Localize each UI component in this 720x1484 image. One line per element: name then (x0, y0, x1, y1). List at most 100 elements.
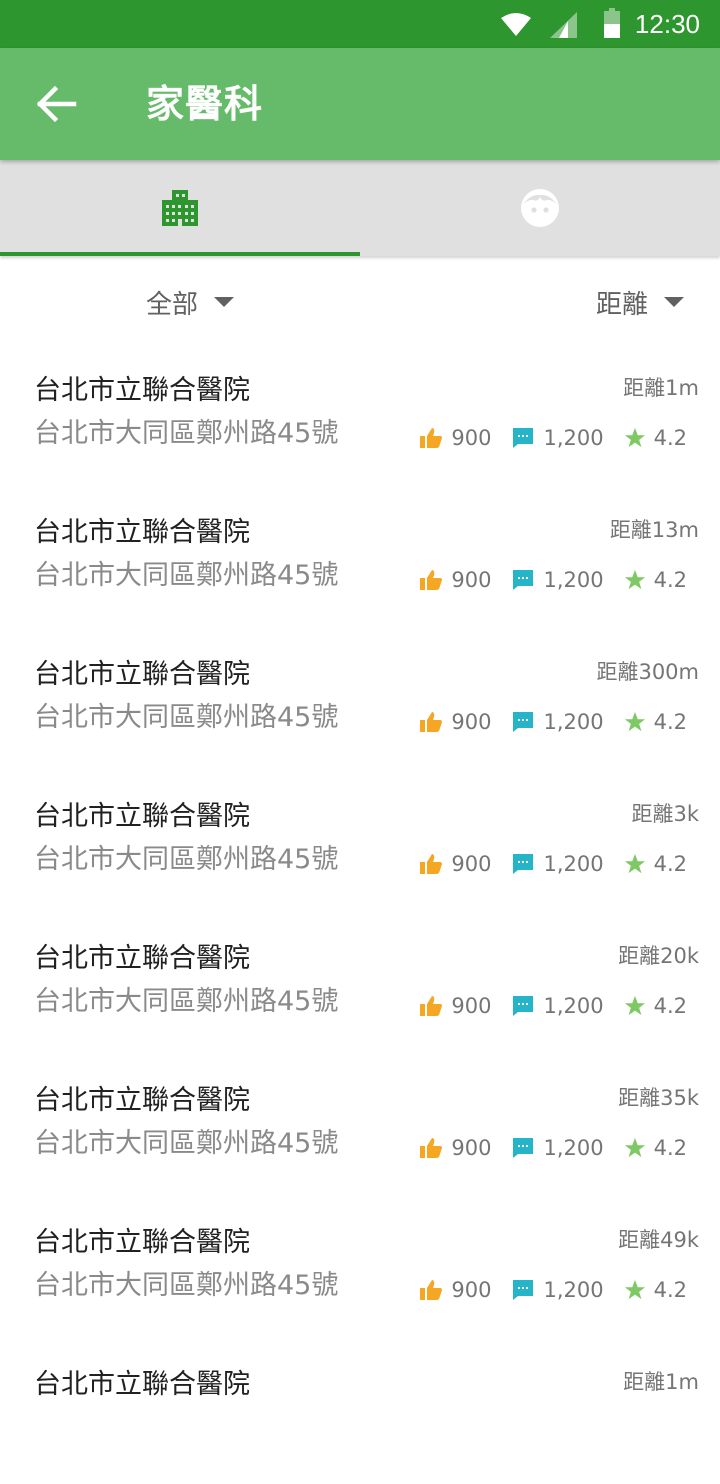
hospital-distance: 距離1m (623, 376, 699, 400)
wifi-icon (501, 13, 531, 36)
category-filter[interactable]: 全部 (146, 280, 235, 324)
hospital-address: 台北市大同區鄭州路45號 (34, 844, 339, 875)
list-item[interactable]: 台北市立聯合醫院 台北市大同區鄭州路45號 距離20k 900 1,200 4.… (0, 916, 720, 1058)
thumbs-up-icon (420, 712, 443, 732)
star-icon (624, 1137, 645, 1158)
comment-count: 1,200 (543, 426, 604, 450)
like-count: 900 (451, 426, 492, 450)
hospital-stats: 900 1,200 4.2 (419, 1277, 687, 1303)
hospital-stats: 900 1,200 4.2 (419, 1135, 687, 1161)
list-item[interactable]: 台北市立聯合醫院 台北市大同區鄭州路45號 距離35k 900 1,200 4.… (0, 1058, 720, 1200)
dropdown-arrow-icon (214, 297, 235, 307)
tab-hospitals[interactable] (0, 160, 360, 256)
thumbs-up-icon (420, 1138, 443, 1158)
hospital-stats: 900 1,200 4.2 (419, 993, 687, 1019)
hospital-distance: 距離3k (631, 802, 699, 826)
star-icon (624, 711, 645, 732)
rating-value: 4.2 (653, 1278, 687, 1302)
hospital-distance: 距離300m (596, 660, 699, 684)
star-icon (624, 427, 645, 448)
app-bar: 家醫科 (0, 48, 720, 160)
comment-count: 1,200 (543, 1278, 604, 1302)
like-count: 900 (451, 1136, 492, 1160)
comment-icon (513, 712, 534, 732)
hospital-name: 台北市立聯合醫院 (34, 1369, 250, 1400)
cell-signal-icon (550, 12, 577, 38)
thumbs-up-icon (420, 996, 443, 1016)
hospital-stats: 900 1,200 4.2 (419, 567, 687, 593)
back-button[interactable] (30, 82, 82, 126)
hospital-name: 台北市立聯合醫院 (34, 1085, 250, 1116)
arrow-left-icon (36, 85, 77, 123)
like-count: 900 (451, 710, 492, 734)
hospital-list: 台北市立聯合醫院 台北市大同區鄭州路45號 距離1m 900 1,200 4.2… (0, 348, 720, 1484)
star-icon (624, 995, 645, 1016)
sort-filter[interactable]: 距離 (596, 280, 685, 324)
list-item[interactable]: 台北市立聯合醫院 台北市大同區鄭州路45號 距離49k 900 1,200 4.… (0, 1200, 720, 1342)
like-count: 900 (451, 1278, 492, 1302)
rating-value: 4.2 (653, 1136, 687, 1160)
comment-count: 1,200 (543, 852, 604, 876)
hospital-distance: 距離49k (618, 1228, 699, 1252)
hospital-stats: 900 1,200 4.2 (419, 851, 687, 877)
comment-icon (513, 1138, 534, 1158)
hospital-stats: 900 1,200 4.2 (419, 709, 687, 735)
rating-value: 4.2 (653, 994, 687, 1018)
comment-icon (513, 1280, 534, 1300)
thumbs-up-icon (420, 570, 443, 590)
hospital-name: 台北市立聯合醫院 (34, 1227, 250, 1258)
dropdown-arrow-icon (664, 297, 685, 307)
comment-icon (513, 996, 534, 1016)
list-item[interactable]: 台北市立聯合醫院 台北市大同區鄭州路45號 距離3k 900 1,200 4.2 (0, 774, 720, 916)
category-filter-label: 全部 (146, 289, 199, 320)
list-item[interactable]: 台北市立聯合醫院 台北市大同區鄭州路45號 距離1m 900 1,200 4.2 (0, 348, 720, 490)
hospital-address: 台北市大同區鄭州路45號 (34, 702, 339, 733)
tab-bar (0, 160, 720, 256)
tab-doctors[interactable] (360, 160, 720, 256)
hospital-distance: 距離35k (618, 1086, 699, 1110)
star-icon (624, 569, 645, 590)
hospital-distance: 距離13m (609, 518, 699, 542)
comment-count: 1,200 (543, 994, 604, 1018)
rating-value: 4.2 (653, 710, 687, 734)
list-item[interactable]: 台北市立聯合醫院 台北市大同區鄭州路45號 距離300m 900 1,200 4… (0, 632, 720, 774)
hospital-address: 台北市大同區鄭州路45號 (34, 1270, 339, 1301)
list-item[interactable]: 台北市立聯合醫院 台北市大同區鄭州路45號 距離13m 900 1,200 4.… (0, 490, 720, 632)
rating-value: 4.2 (653, 426, 687, 450)
hospital-name: 台北市立聯合醫院 (34, 943, 250, 974)
hospital-stats: 900 1,200 4.2 (419, 425, 687, 451)
tab-indicator (0, 252, 360, 256)
face-icon (521, 189, 559, 227)
hospital-address: 台北市大同區鄭州路45號 (34, 418, 339, 449)
building-icon (162, 190, 198, 226)
hospital-address: 台北市大同區鄭州路45號 (34, 1128, 339, 1159)
star-icon (624, 853, 645, 874)
sort-filter-label: 距離 (596, 289, 649, 320)
comment-count: 1,200 (543, 1136, 604, 1160)
comment-icon (513, 428, 534, 448)
hospital-address: 台北市大同區鄭州路45號 (34, 986, 339, 1017)
page-title: 家醫科 (146, 82, 264, 126)
comment-icon (513, 854, 534, 874)
rating-value: 4.2 (653, 568, 687, 592)
status-bar: 12:30 (0, 0, 720, 48)
hospital-name: 台北市立聯合醫院 (34, 517, 250, 548)
hospital-name: 台北市立聯合醫院 (34, 659, 250, 690)
hospital-address: 台北市大同區鄭州路45號 (34, 560, 339, 591)
like-count: 900 (451, 852, 492, 876)
comment-count: 1,200 (543, 568, 604, 592)
thumbs-up-icon (420, 1280, 443, 1300)
hospital-name: 台北市立聯合醫院 (34, 801, 250, 832)
comment-icon (513, 570, 534, 590)
hospital-distance: 距離20k (618, 944, 699, 968)
status-time: 12:30 (634, 9, 700, 39)
like-count: 900 (451, 994, 492, 1018)
star-icon (624, 1279, 645, 1300)
thumbs-up-icon (420, 854, 443, 874)
list-item[interactable]: 台北市立聯合醫院 距離1m (0, 1342, 720, 1484)
hospital-distance: 距離1m (623, 1370, 699, 1394)
battery-icon (604, 8, 620, 38)
thumbs-up-icon (420, 428, 443, 448)
hospital-name: 台北市立聯合醫院 (34, 375, 250, 406)
comment-count: 1,200 (543, 710, 604, 734)
